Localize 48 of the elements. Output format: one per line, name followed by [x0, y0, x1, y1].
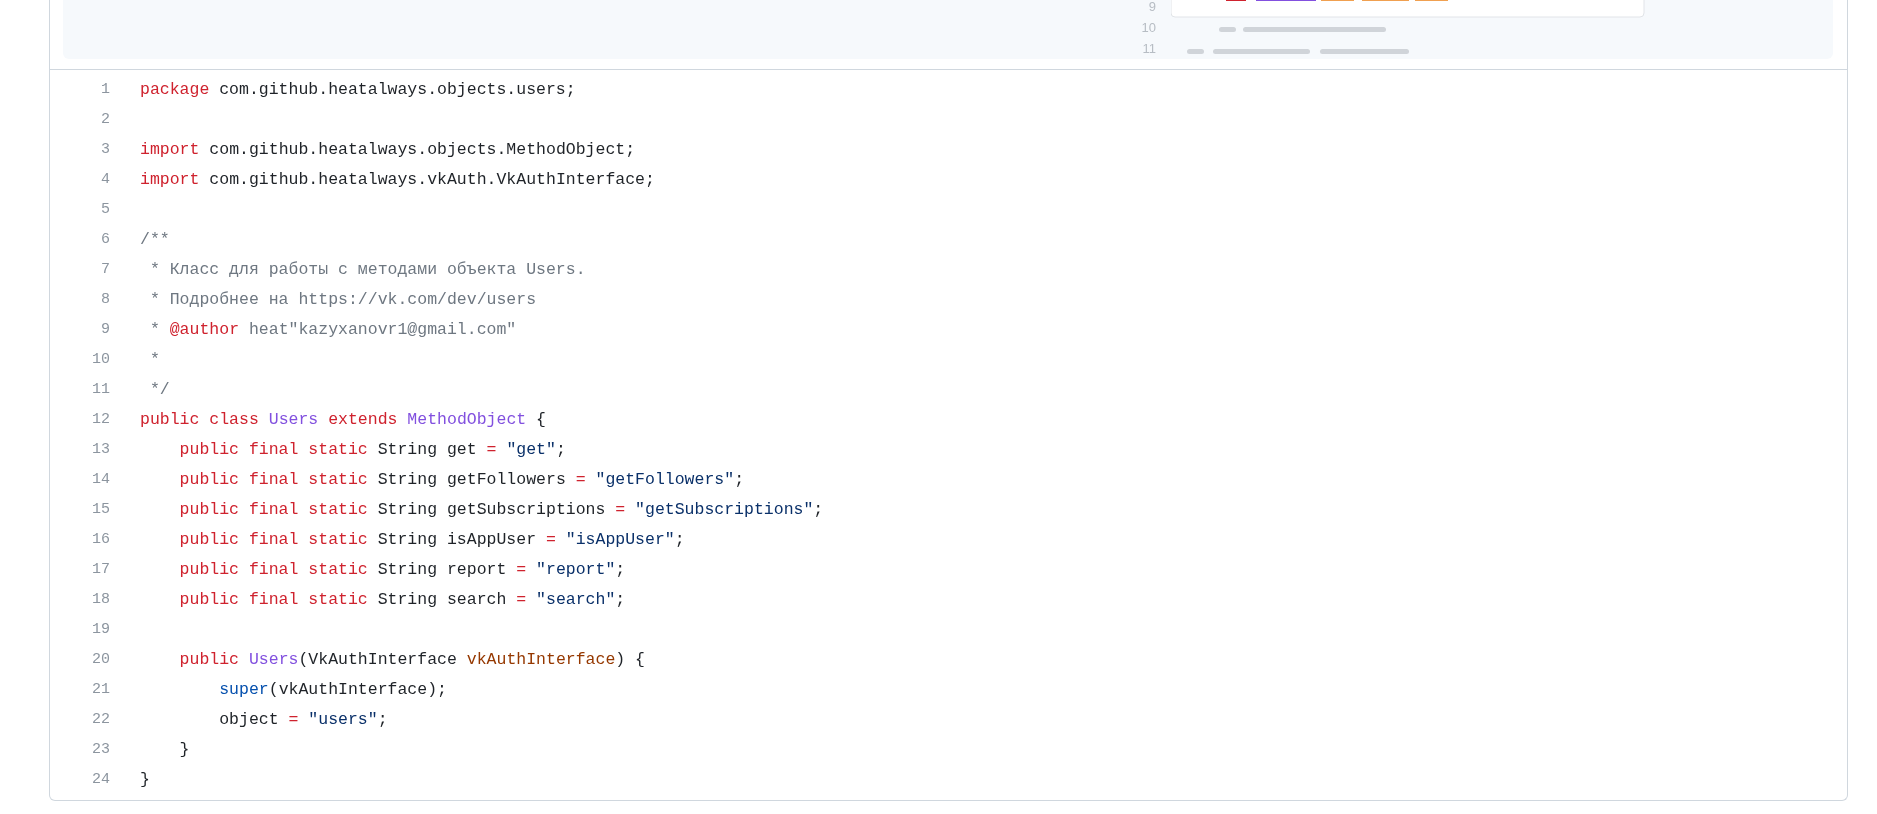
line-number: 24 — [91, 770, 110, 788]
code-line: public final static String search = "search"; — [178, 589, 626, 609]
code-line: object = "users"; — [218, 709, 388, 729]
code-line: import com.github.heatalways.vkAuth.VkAuthInterface; — [140, 169, 655, 189]
line-number: 5 — [100, 200, 110, 218]
line-number: 20 — [91, 650, 110, 668]
line-number: 2 — [100, 110, 110, 128]
line-number: 11 — [91, 380, 110, 398]
line-number: 4 — [100, 170, 110, 188]
code-line: * @author heat"kazyxanovr1@gmail.com" — [148, 319, 517, 339]
line-number: 19 — [91, 620, 110, 638]
line-number: 18 — [91, 590, 110, 608]
line-number: 23 — [91, 740, 110, 758]
preview-line-number: 10 — [1141, 19, 1156, 37]
code-line: * — [148, 349, 160, 369]
code-line: public final static String get = "get"; — [178, 439, 566, 459]
line-number: 16 — [91, 530, 110, 548]
code-line: super(vkAuthInterface); — [218, 679, 447, 699]
line-number: 8 — [100, 290, 110, 308]
line-number: 17 — [91, 560, 110, 578]
code-line: } — [140, 769, 150, 789]
preview-line-number: 11 — [1142, 40, 1156, 58]
line-number: 12 — [91, 410, 110, 428]
code-line: import com.github.heatalways.objects.MethodObject; — [140, 139, 636, 159]
code-line: public class Users extends MethodObject { — [140, 409, 546, 429]
code-line: public final static String getSubscriptions = "getSubscriptions"; — [178, 499, 824, 519]
code-line: * Класс для работы с методами объекта Users. — [148, 259, 586, 279]
line-number: 9 — [100, 320, 110, 338]
code-line: * Подробнее на https://vk.com/dev/users — [148, 289, 537, 309]
preview-line-number: 9 — [1148, 0, 1156, 16]
line-number: 21 — [91, 680, 110, 698]
line-number: 3 — [100, 140, 110, 158]
code-line: /** — [140, 229, 170, 249]
code-line: public final static String isAppUser = "isAppUser"; — [178, 529, 685, 549]
code-line: */ — [148, 379, 170, 399]
line-number: 14 — [91, 470, 110, 488]
code-line: package com.github.heatalways.objects.users; — [140, 79, 576, 99]
line-number: 6 — [100, 230, 110, 248]
line-number: 15 — [91, 500, 110, 518]
line-number: 10 — [91, 350, 110, 368]
code-line: } — [178, 739, 190, 759]
code-line: public final static String report = "report"; — [178, 559, 626, 579]
code-line: public final static String getFollowers = "getFollowers"; — [178, 469, 745, 489]
code-line: public Users(VkAuthInterface vkAuthInterface) { — [178, 649, 646, 669]
line-number: 7 — [100, 260, 110, 278]
line-number: 22 — [91, 710, 110, 728]
line-number: 13 — [91, 440, 110, 458]
line-number: 1 — [100, 80, 110, 98]
